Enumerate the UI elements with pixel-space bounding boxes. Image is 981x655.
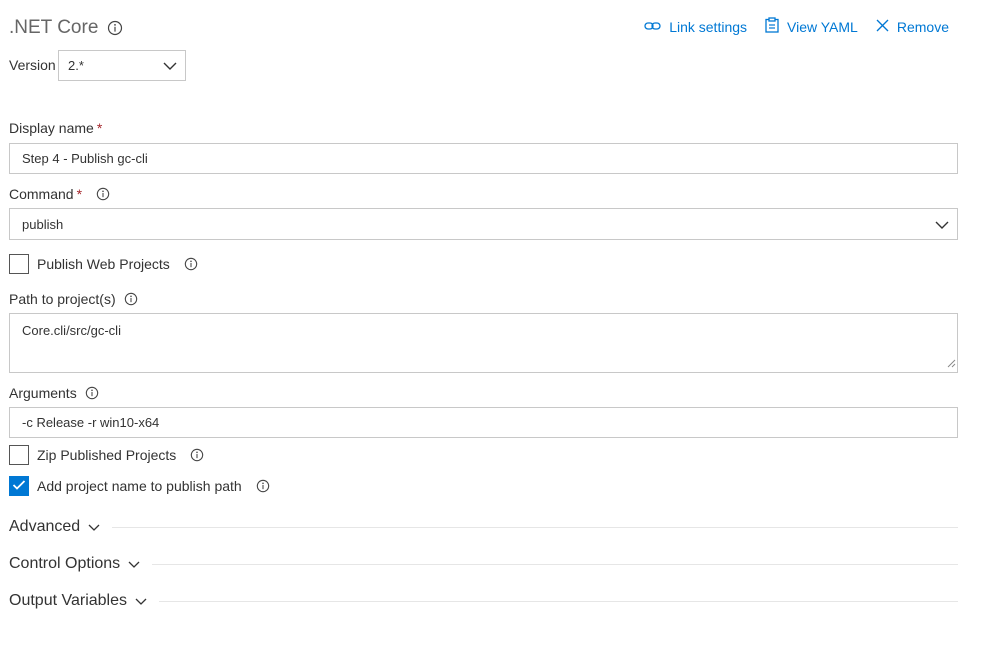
chevron-down-icon <box>135 598 147 605</box>
version-label: Version <box>9 57 56 73</box>
section-divider <box>112 526 958 528</box>
display-name-label: Display name * <box>9 120 102 136</box>
view-yaml-button[interactable]: View YAML <box>765 17 858 36</box>
close-icon <box>876 19 897 35</box>
display-name-value: Step 4 - Publish gc-cli <box>22 151 148 166</box>
command-label-text: Command <box>9 186 74 202</box>
task-title: .NET Core <box>9 17 123 39</box>
version-select[interactable]: 2.* <box>58 50 186 81</box>
path-to-projects-label-text: Path to project(s) <box>9 291 116 307</box>
section-output-variables-label: Output Variables <box>9 592 127 609</box>
add-project-name-row: Add project name to publish path <box>9 476 270 496</box>
chevron-down-icon <box>935 217 949 232</box>
info-icon[interactable] <box>85 386 99 400</box>
remove-label: Remove <box>896 18 949 35</box>
publish-web-projects-row: Publish Web Projects <box>9 254 198 274</box>
path-to-projects-textarea[interactable]: Core.cli/src/gc-cli <box>9 313 958 373</box>
section-control-options-label: Control Options <box>9 555 121 572</box>
section-divider <box>159 600 958 602</box>
path-to-projects-value: Core.cli/src/gc-cli <box>22 323 121 338</box>
display-name-input[interactable]: Step 4 - Publish gc-cli <box>9 143 958 174</box>
arguments-input[interactable]: -c Release -r win10-x64 <box>9 407 958 438</box>
zip-published-projects-checkbox[interactable] <box>9 445 29 465</box>
path-to-projects-label: Path to project(s) <box>9 291 138 307</box>
info-icon[interactable] <box>96 187 110 201</box>
zip-published-projects-row: Zip Published Projects <box>9 445 204 465</box>
resize-grip-icon[interactable] <box>947 356 956 371</box>
info-icon[interactable] <box>256 479 270 493</box>
display-name-label-text: Display name <box>9 120 94 136</box>
version-value: 2.* <box>68 58 84 73</box>
required-marker: * <box>76 186 83 202</box>
zip-published-projects-label: Zip Published Projects <box>37 447 177 463</box>
command-value: publish <box>22 216 64 232</box>
chevron-down-icon <box>88 524 100 531</box>
chevron-down-icon <box>163 58 177 73</box>
section-divider <box>152 563 958 565</box>
section-advanced-label: Advanced <box>9 518 81 535</box>
command-label: Command * <box>9 186 110 202</box>
add-project-name-checkbox[interactable] <box>9 476 29 496</box>
task-actions: Link settings View YAML Remove <box>626 17 949 36</box>
remove-button[interactable]: Remove <box>876 19 949 35</box>
link-settings-button[interactable]: Link settings <box>644 19 747 35</box>
publish-web-projects-label: Publish Web Projects <box>37 256 170 272</box>
clipboard-icon <box>765 17 787 36</box>
required-marker: * <box>96 120 103 136</box>
arguments-value: -c Release -r win10-x64 <box>22 415 160 430</box>
chevron-down-icon <box>128 561 140 568</box>
add-project-name-label: Add project name to publish path <box>37 478 242 494</box>
publish-web-projects-checkbox[interactable] <box>9 254 29 274</box>
link-icon <box>644 19 669 35</box>
section-advanced[interactable]: Advanced <box>9 518 958 536</box>
arguments-label: Arguments <box>9 385 99 401</box>
info-icon[interactable] <box>190 448 204 462</box>
task-title-text: .NET Core <box>9 17 99 38</box>
link-settings-label: Link settings <box>669 18 748 35</box>
info-icon[interactable] <box>107 20 123 36</box>
arguments-label-text: Arguments <box>9 385 77 401</box>
checkmark-icon <box>12 478 26 494</box>
view-yaml-label: View YAML <box>787 18 858 35</box>
info-icon[interactable] <box>124 292 138 306</box>
command-select[interactable]: publish <box>9 208 958 240</box>
info-icon[interactable] <box>184 257 198 271</box>
section-control-options[interactable]: Control Options <box>9 555 958 573</box>
section-output-variables[interactable]: Output Variables <box>9 592 958 610</box>
